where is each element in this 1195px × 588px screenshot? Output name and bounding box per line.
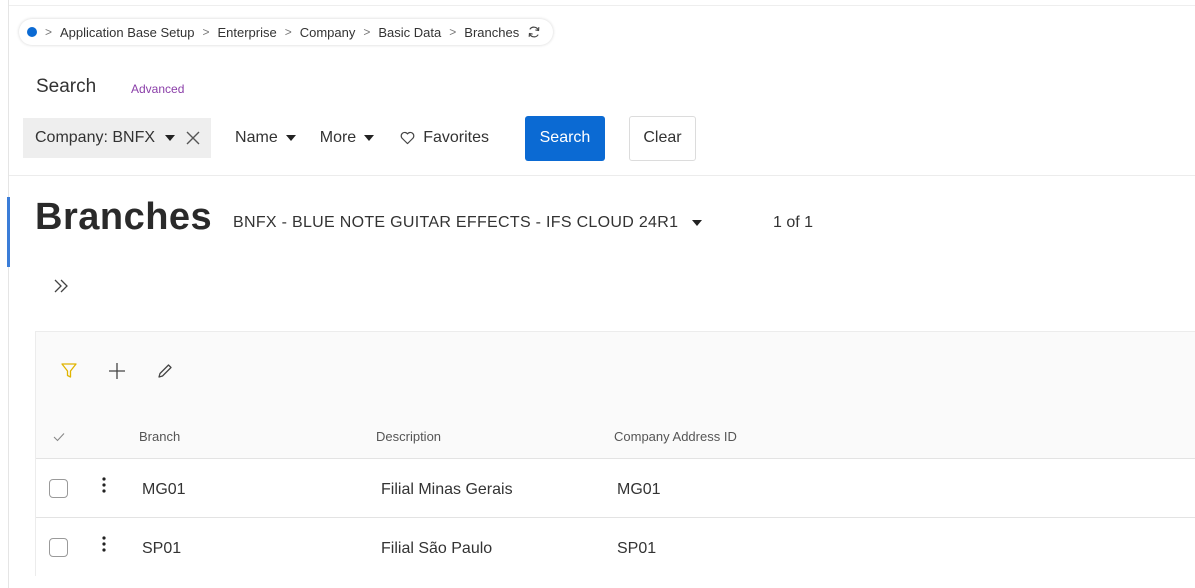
breadcrumb-item-enterprise[interactable]: Enterprise — [217, 25, 276, 40]
breadcrumb-item-basic-data[interactable]: Basic Data — [378, 25, 441, 40]
breadcrumb-item-application-base-setup[interactable]: Application Base Setup — [60, 25, 194, 40]
chevron-right-icon: > — [449, 25, 457, 39]
row-checkbox[interactable] — [49, 479, 68, 498]
table-body: MG01 Filial Minas Gerais MG01 SP01 Filia… — [36, 458, 1195, 576]
left-frame — [0, 0, 9, 588]
caret-down-icon[interactable] — [165, 135, 176, 141]
column-header-branch[interactable]: Branch — [139, 429, 180, 444]
cell-description[interactable]: Filial Minas Gerais — [381, 481, 513, 499]
more-filter-label: More — [319, 129, 357, 146]
cell-branch[interactable]: SP01 — [142, 540, 181, 558]
column-header-company-address-id[interactable]: Company Address ID — [614, 429, 737, 444]
search-heading: Search — [36, 76, 97, 97]
home-dot-icon[interactable] — [27, 27, 37, 37]
cell-branch[interactable]: MG01 — [142, 481, 186, 499]
chevron-right-icon: > — [202, 25, 210, 39]
cell-company-address-id[interactable]: SP01 — [617, 540, 656, 558]
caret-down-icon — [692, 220, 703, 226]
record-selector-label: BNFX - BLUE NOTE GUITAR EFFECTS - IFS CL… — [233, 214, 679, 231]
caret-down-icon — [364, 135, 375, 141]
record-count: 1 of 1 — [773, 214, 814, 231]
chevron-right-icon: > — [284, 25, 292, 39]
table-row[interactable]: MG01 Filial Minas Gerais MG01 — [36, 458, 1195, 517]
caret-down-icon — [285, 135, 296, 141]
page-title: Branches — [35, 196, 213, 238]
plus-icon[interactable] — [108, 362, 126, 380]
chevron-right-icon: > — [45, 25, 53, 39]
company-filter-label: Company: BNFX — [35, 129, 156, 146]
cell-company-address-id[interactable]: MG01 — [617, 481, 661, 499]
breadcrumb: > Application Base Setup > Enterprise > … — [19, 19, 554, 45]
cell-description[interactable]: Filial São Paulo — [381, 540, 492, 558]
column-header-description[interactable]: Description — [376, 429, 441, 444]
refresh-icon[interactable] — [527, 25, 541, 39]
name-filter-dropdown[interactable]: Name — [235, 129, 296, 147]
favorites-dropdown[interactable]: Favorites — [400, 129, 489, 147]
breadcrumb-item-branches: Branches — [464, 24, 520, 40]
kebab-menu-icon[interactable] — [101, 536, 107, 552]
active-section-marker — [7, 197, 10, 267]
breadcrumb-item-company[interactable]: Company — [300, 25, 356, 40]
divider — [9, 175, 1195, 176]
more-filter-dropdown[interactable]: More — [319, 129, 375, 147]
filter-icon[interactable] — [60, 362, 78, 380]
branches-table: Branch Description Company Address ID MG… — [35, 331, 1195, 576]
search-button[interactable]: Search — [524, 115, 605, 161]
checkmark-icon[interactable] — [53, 432, 65, 442]
double-chevron-right-icon[interactable] — [52, 278, 70, 294]
table-toolbar — [60, 362, 174, 380]
clear-button[interactable]: Clear — [628, 115, 696, 161]
name-filter-label: Name — [235, 129, 278, 146]
chevron-right-icon: > — [363, 25, 371, 39]
filter-bar: Company: BNFX Name More Favorites Search… — [23, 115, 696, 161]
heart-icon — [400, 131, 415, 145]
top-frame — [9, 0, 1195, 6]
row-checkbox[interactable] — [49, 538, 68, 557]
favorites-label: Favorites — [423, 129, 489, 146]
close-icon[interactable] — [185, 130, 201, 146]
kebab-menu-icon[interactable] — [101, 477, 107, 493]
pencil-icon[interactable] — [156, 362, 174, 380]
company-filter-chip[interactable]: Company: BNFX — [23, 118, 212, 158]
record-selector-dropdown[interactable]: BNFX - BLUE NOTE GUITAR EFFECTS - IFS CL… — [233, 214, 703, 232]
table-row[interactable]: SP01 Filial São Paulo SP01 — [36, 517, 1195, 576]
advanced-search-link[interactable]: Advanced — [131, 82, 184, 96]
